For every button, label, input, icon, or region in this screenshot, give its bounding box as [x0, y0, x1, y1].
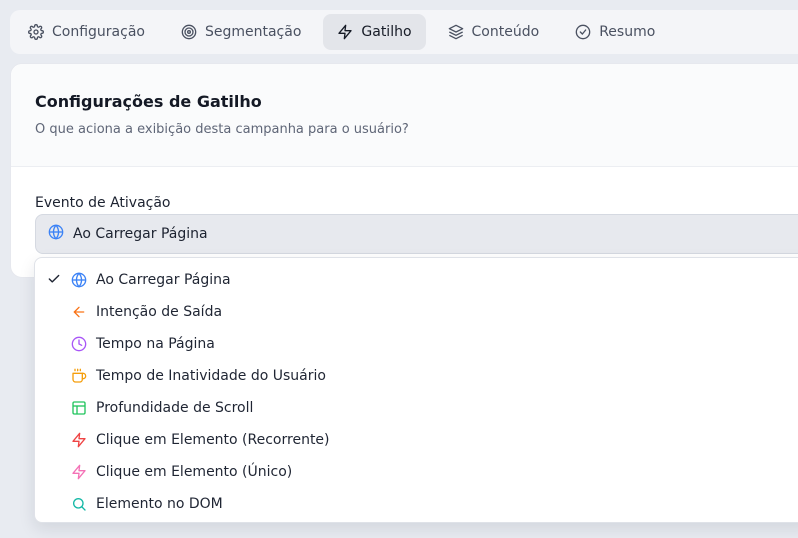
option-label: Clique em Elemento (Único) [96, 464, 293, 480]
option-label: Tempo na Página [96, 336, 215, 352]
option-label: Elemento no DOM [96, 496, 223, 512]
option-tempo-na-pagina[interactable]: Tempo na Página [35, 328, 798, 360]
activation-event-dropdown: Ao Carregar Página Intenção de Saída Tem… [34, 257, 798, 523]
check-circle-icon [575, 24, 591, 40]
option-profundidade-de-scroll[interactable]: Profundidade de Scroll [35, 392, 798, 424]
tab-configuracao[interactable]: Configuração [14, 14, 159, 50]
tab-conteudo[interactable]: Conteúdo [434, 14, 554, 50]
tab-label: Segmentação [204, 24, 302, 40]
trigger-settings-card: Configurações de Gatilho O que aciona a … [10, 63, 798, 278]
gear-icon [28, 24, 44, 40]
option-clique-unico[interactable]: Clique em Elemento (Único) [35, 456, 798, 488]
step-tabs: Configuração Segmentação Gatilho Conteúd… [10, 10, 798, 54]
activation-event-label: Evento de Ativação [35, 195, 171, 211]
tab-label: Configuração [52, 24, 145, 40]
option-tempo-de-inatividade[interactable]: Tempo de Inatividade do Usuário [35, 360, 798, 392]
clock-icon [71, 336, 87, 352]
check-icon [47, 272, 63, 288]
target-icon [181, 24, 197, 40]
card-subtitle: O que aciona a exibição desta campanha p… [35, 122, 409, 137]
tab-label: Resumo [599, 24, 656, 40]
search-icon [71, 496, 87, 512]
card-header: Configurações de Gatilho O que aciona a … [11, 64, 798, 167]
coffee-icon [71, 368, 87, 384]
globe-icon [71, 272, 87, 288]
layers-icon [448, 24, 464, 40]
option-label: Intenção de Saída [96, 304, 223, 320]
arrow-left-icon [71, 304, 87, 320]
select-value: Ao Carregar Página [73, 226, 208, 242]
layout-icon [71, 400, 87, 416]
tab-gatilho[interactable]: Gatilho [323, 14, 426, 50]
option-clique-recorrente[interactable]: Clique em Elemento (Recorrente) [35, 424, 798, 456]
tab-label: Gatilho [361, 24, 412, 40]
option-label: Ao Carregar Página [96, 272, 231, 288]
option-ao-carregar-pagina[interactable]: Ao Carregar Página [35, 264, 798, 296]
option-elemento-no-dom[interactable]: Elemento no DOM [35, 488, 798, 520]
zap-icon [71, 432, 87, 448]
card-title: Configurações de Gatilho [35, 92, 262, 111]
globe-icon [48, 224, 64, 244]
zap-icon [337, 24, 353, 40]
tab-segmentacao[interactable]: Segmentação [167, 14, 315, 50]
option-intencao-de-saida[interactable]: Intenção de Saída [35, 296, 798, 328]
option-label: Profundidade de Scroll [96, 400, 254, 416]
option-label: Clique em Elemento (Recorrente) [96, 432, 330, 448]
tab-resumo[interactable]: Resumo [561, 14, 669, 50]
tab-label: Conteúdo [471, 24, 540, 40]
zap-icon [71, 464, 87, 480]
option-label: Tempo de Inatividade do Usuário [96, 368, 326, 384]
activation-event-select[interactable]: Ao Carregar Página [35, 214, 798, 254]
